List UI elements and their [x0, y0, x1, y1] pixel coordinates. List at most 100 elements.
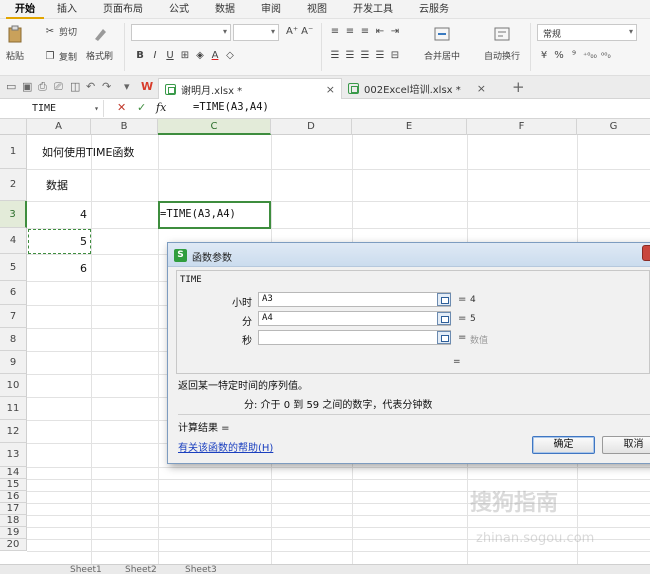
align-right-icon[interactable]: ☰: [359, 50, 371, 61]
redo-icon[interactable]: ↷: [102, 80, 111, 93]
number-format-combo[interactable]: 常规 ▾: [537, 24, 637, 41]
help-link[interactable]: 有关该函数的帮助(H): [178, 439, 273, 454]
copy-button[interactable]: ❐ 复制: [44, 50, 78, 63]
row-header-18[interactable]: 18: [0, 515, 27, 527]
justify-icon[interactable]: ☰: [374, 50, 386, 61]
row-header-9[interactable]: 9: [0, 351, 27, 374]
new-tab-icon[interactable]: +: [512, 78, 525, 96]
align-center-icon[interactable]: ☰: [344, 50, 356, 61]
menu-tab-data[interactable]: 数据: [202, 0, 248, 19]
cut-button[interactable]: ✂ 剪切: [44, 25, 77, 38]
menu-tab-cloud[interactable]: 云服务: [406, 0, 462, 19]
arg-input-hour[interactable]: A3: [258, 292, 451, 307]
format-painter-button[interactable]: 格式刷: [86, 25, 113, 62]
align-bottom-icon[interactable]: ≡: [359, 26, 371, 37]
menu-tab-insert[interactable]: 插入: [44, 0, 90, 19]
print-icon[interactable]: ⎚: [54, 80, 63, 94]
menu-tab-home[interactable]: 开始: [6, 0, 44, 19]
row-header-11[interactable]: 11: [0, 397, 27, 420]
row-header-20[interactable]: 20: [0, 539, 27, 551]
range-select-icon[interactable]: [437, 293, 451, 306]
formula-input[interactable]: =TIME(A3,A4): [193, 101, 269, 113]
range-select-icon[interactable]: [437, 331, 451, 344]
row-header-5[interactable]: 5: [0, 254, 27, 281]
row-header-8[interactable]: 8: [0, 328, 27, 351]
row-header-2[interactable]: 2: [0, 169, 27, 201]
outdent-icon[interactable]: ⇥: [389, 26, 401, 37]
folder-icon[interactable]: ▭: [6, 80, 16, 93]
cell-a5[interactable]: 6: [80, 262, 87, 275]
cancel-icon[interactable]: ✕: [117, 101, 126, 114]
fill-color-icon[interactable]: ◈: [194, 50, 206, 61]
column-header-g[interactable]: G: [577, 119, 650, 135]
indent-icon[interactable]: ⇤: [374, 26, 386, 37]
align-left-icon[interactable]: ☰: [329, 50, 341, 61]
arg-input-second[interactable]: [258, 330, 451, 345]
sheet-tab[interactable]: Sheet1: [70, 565, 102, 574]
menu-tab-page-layout[interactable]: 页面布局: [90, 0, 156, 19]
save-icon[interactable]: ▣: [22, 80, 32, 93]
sheet-tab[interactable]: Sheet2: [125, 565, 157, 574]
undo-icon[interactable]: ↶: [86, 80, 95, 93]
font-shrink-button[interactable]: A⁻: [301, 26, 313, 37]
quick-access-menu-icon[interactable]: ▾: [124, 80, 130, 93]
font-size-combo[interactable]: ▾: [233, 24, 279, 41]
cell-a2[interactable]: 数据: [46, 177, 68, 193]
underline-button[interactable]: U: [164, 50, 176, 61]
italic-button[interactable]: I: [149, 50, 161, 61]
align-middle-icon[interactable]: ≡: [344, 26, 356, 37]
preview-icon[interactable]: ◫: [70, 80, 80, 93]
wrap-text-button[interactable]: 自动换行: [484, 25, 520, 62]
font-grow-button[interactable]: A⁺: [286, 26, 298, 37]
menu-tab-developer[interactable]: 开发工具: [340, 0, 406, 19]
percent-button[interactable]: %: [553, 50, 565, 61]
row-header-17[interactable]: 17: [0, 503, 27, 515]
font-color-icon[interactable]: A: [209, 50, 221, 61]
row-header-19[interactable]: 19: [0, 527, 27, 539]
increase-decimal-icon[interactable]: ⁺⁰₀₀: [583, 51, 597, 60]
currency-icon[interactable]: ¥: [538, 50, 550, 61]
cancel-button[interactable]: 取消: [602, 436, 650, 454]
ok-button[interactable]: 确定: [532, 436, 595, 454]
column-header-d[interactable]: D: [271, 119, 352, 135]
cell-a4[interactable]: 5: [80, 235, 87, 248]
row-header-3[interactable]: 3: [0, 201, 27, 228]
column-header-b[interactable]: B: [91, 119, 158, 135]
paste-button[interactable]: 粘贴: [6, 25, 24, 62]
close-icon[interactable]: [642, 245, 650, 261]
dialog-title-bar[interactable]: S 函数参数: [168, 243, 650, 267]
column-header-a[interactable]: A: [27, 119, 91, 135]
column-header-e[interactable]: E: [352, 119, 467, 135]
border-icon[interactable]: ⊞: [179, 50, 191, 61]
doc-tab[interactable]: 002Excel培训.xlsx * ×: [342, 78, 492, 99]
column-header-c[interactable]: C: [158, 119, 271, 135]
row-header-1[interactable]: 1: [0, 135, 27, 169]
row-header-16[interactable]: 16: [0, 491, 27, 503]
clear-format-icon[interactable]: ◇: [224, 50, 236, 61]
close-icon[interactable]: ×: [326, 83, 335, 96]
row-header-7[interactable]: 7: [0, 305, 27, 328]
bold-button[interactable]: B: [134, 50, 146, 61]
cell-c3[interactable]: =TIME(A3,A4): [160, 208, 236, 220]
row-header-14[interactable]: 14: [0, 467, 27, 479]
menu-tab-review[interactable]: 审阅: [248, 0, 294, 19]
close-icon[interactable]: ×: [477, 82, 486, 95]
name-box[interactable]: TIME ▾: [0, 100, 104, 117]
row-header-6[interactable]: 6: [0, 281, 27, 305]
merge-center-button[interactable]: 合并居中: [424, 25, 460, 62]
menu-tab-view[interactable]: 视图: [294, 0, 340, 19]
select-all-corner[interactable]: [0, 119, 27, 135]
cell-a3[interactable]: 4: [80, 208, 87, 221]
distribute-icon[interactable]: ⊟: [389, 50, 401, 61]
insert-function-button[interactable]: fx: [156, 101, 166, 114]
arg-input-minute[interactable]: A4: [258, 311, 451, 326]
confirm-icon[interactable]: ✓: [137, 101, 146, 114]
thousands-button[interactable]: ⁹: [568, 50, 580, 61]
row-header-12[interactable]: 12: [0, 420, 27, 443]
range-select-icon[interactable]: [437, 312, 451, 325]
doc-tab-active[interactable]: 谢明月.xlsx * ×: [158, 78, 342, 99]
decrease-decimal-icon[interactable]: ⁰⁰₀: [600, 51, 612, 60]
row-header-13[interactable]: 13: [0, 443, 27, 467]
export-icon[interactable]: ⎙: [38, 80, 47, 94]
menu-tab-formulas[interactable]: 公式: [156, 0, 202, 19]
